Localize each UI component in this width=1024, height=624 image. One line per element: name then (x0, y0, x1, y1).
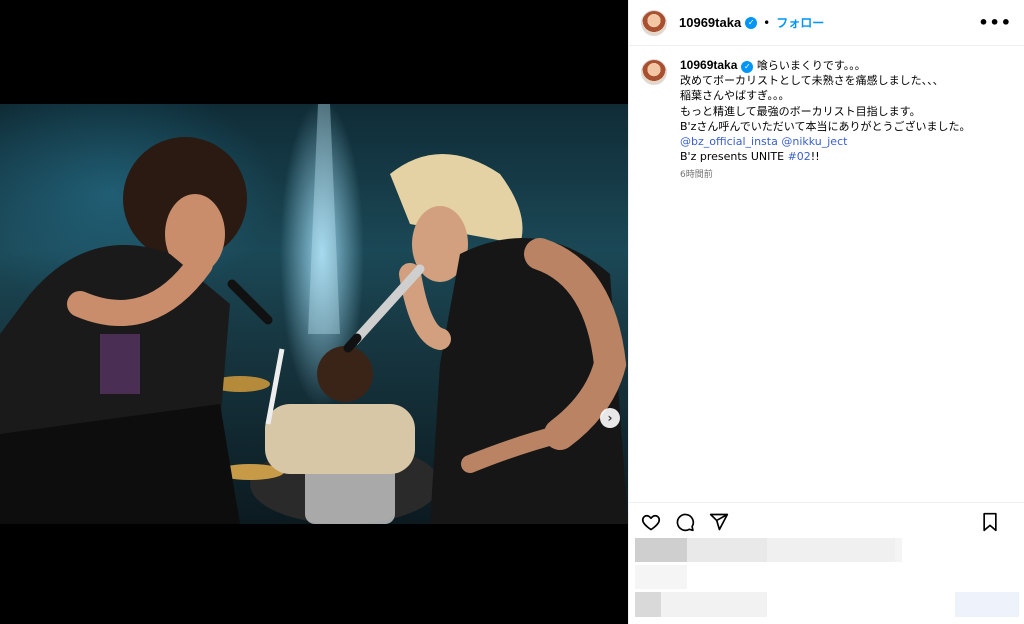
comment-button[interactable] (675, 512, 695, 532)
caption: 10969taka ✓ 喰らいまくりです。。。 改めてボーカリストとして未熟さを痛… (629, 46, 1024, 184)
post-header: 10969taka ✓ • フォロー ••• (629, 0, 1024, 46)
chevron-right-icon: › (607, 411, 613, 425)
blurred-comment-input (661, 592, 767, 617)
caption-text-line: 改めてボーカリストとして未熟さを痛感しました、、、 (680, 74, 944, 88)
caption-text-line: 稲葉さんやばすぎ。。。 (680, 89, 790, 103)
blurred-likes-text (895, 538, 902, 562)
blurred-likes-text (687, 538, 767, 562)
caption-mentions: @bz_official_insta @nikku_ject (680, 134, 970, 149)
media-viewer: › (0, 0, 628, 624)
concert-photo-illustration (0, 104, 628, 524)
comment-icon (676, 513, 695, 531)
send-icon (709, 513, 729, 530)
save-button[interactable] (981, 512, 999, 532)
mention-link[interactable]: @bz_official_insta (680, 135, 778, 148)
avatar[interactable] (641, 9, 667, 36)
caption-avatar[interactable] (641, 59, 667, 85)
caption-text: !! (810, 150, 820, 164)
mention-link[interactable]: @nikku_ject (781, 135, 847, 148)
separator-dot: • (763, 15, 771, 30)
post-photo[interactable]: › (0, 104, 628, 524)
like-button[interactable] (641, 512, 661, 532)
more-options-icon[interactable]: ••• (978, 13, 1012, 32)
bookmark-icon (983, 512, 997, 531)
next-photo-button[interactable]: › (600, 408, 620, 428)
caption-last-line: B'z presents UNITE #02!! (680, 149, 970, 164)
blurred-post-button (955, 592, 1019, 617)
action-bar (629, 502, 1024, 540)
verified-badge-icon: ✓ (745, 16, 758, 29)
caption-username[interactable]: 10969taka (680, 58, 737, 72)
header-username[interactable]: 10969taka (679, 15, 741, 30)
blurred-likes-text (767, 538, 895, 562)
blurred-date (635, 565, 687, 589)
post-timestamp[interactable]: 6時間前 (680, 168, 970, 183)
share-button[interactable] (709, 512, 729, 532)
caption-body: 10969taka ✓ 喰らいまくりです。。。 改めてボーカリストとして未熟さを痛… (680, 58, 970, 184)
caption-text: B'z presents UNITE (680, 150, 788, 164)
blurred-comment-avatar (635, 592, 661, 617)
caption-text-line: 喰らいまくりです。。。 (756, 59, 866, 72)
caption-first-line: 10969taka ✓ 喰らいまくりです。。。 (680, 58, 970, 73)
heart-icon (641, 514, 661, 530)
caption-text-line: B'zさん呼んでいただいて本当にありがとうございました。 (680, 119, 971, 133)
follow-button[interactable]: フォロー (776, 14, 824, 31)
verified-badge-icon: ✓ (741, 61, 754, 73)
blurred-likes-avatar (635, 538, 687, 562)
caption-text-line: もっと精進して最強のボーカリスト目指します。 (680, 104, 921, 118)
hashtag-link[interactable]: #02 (788, 150, 811, 163)
post-sidebar: 10969taka ✓ • フォロー ••• 10969taka ✓ 喰らいまくり… (628, 0, 1024, 624)
